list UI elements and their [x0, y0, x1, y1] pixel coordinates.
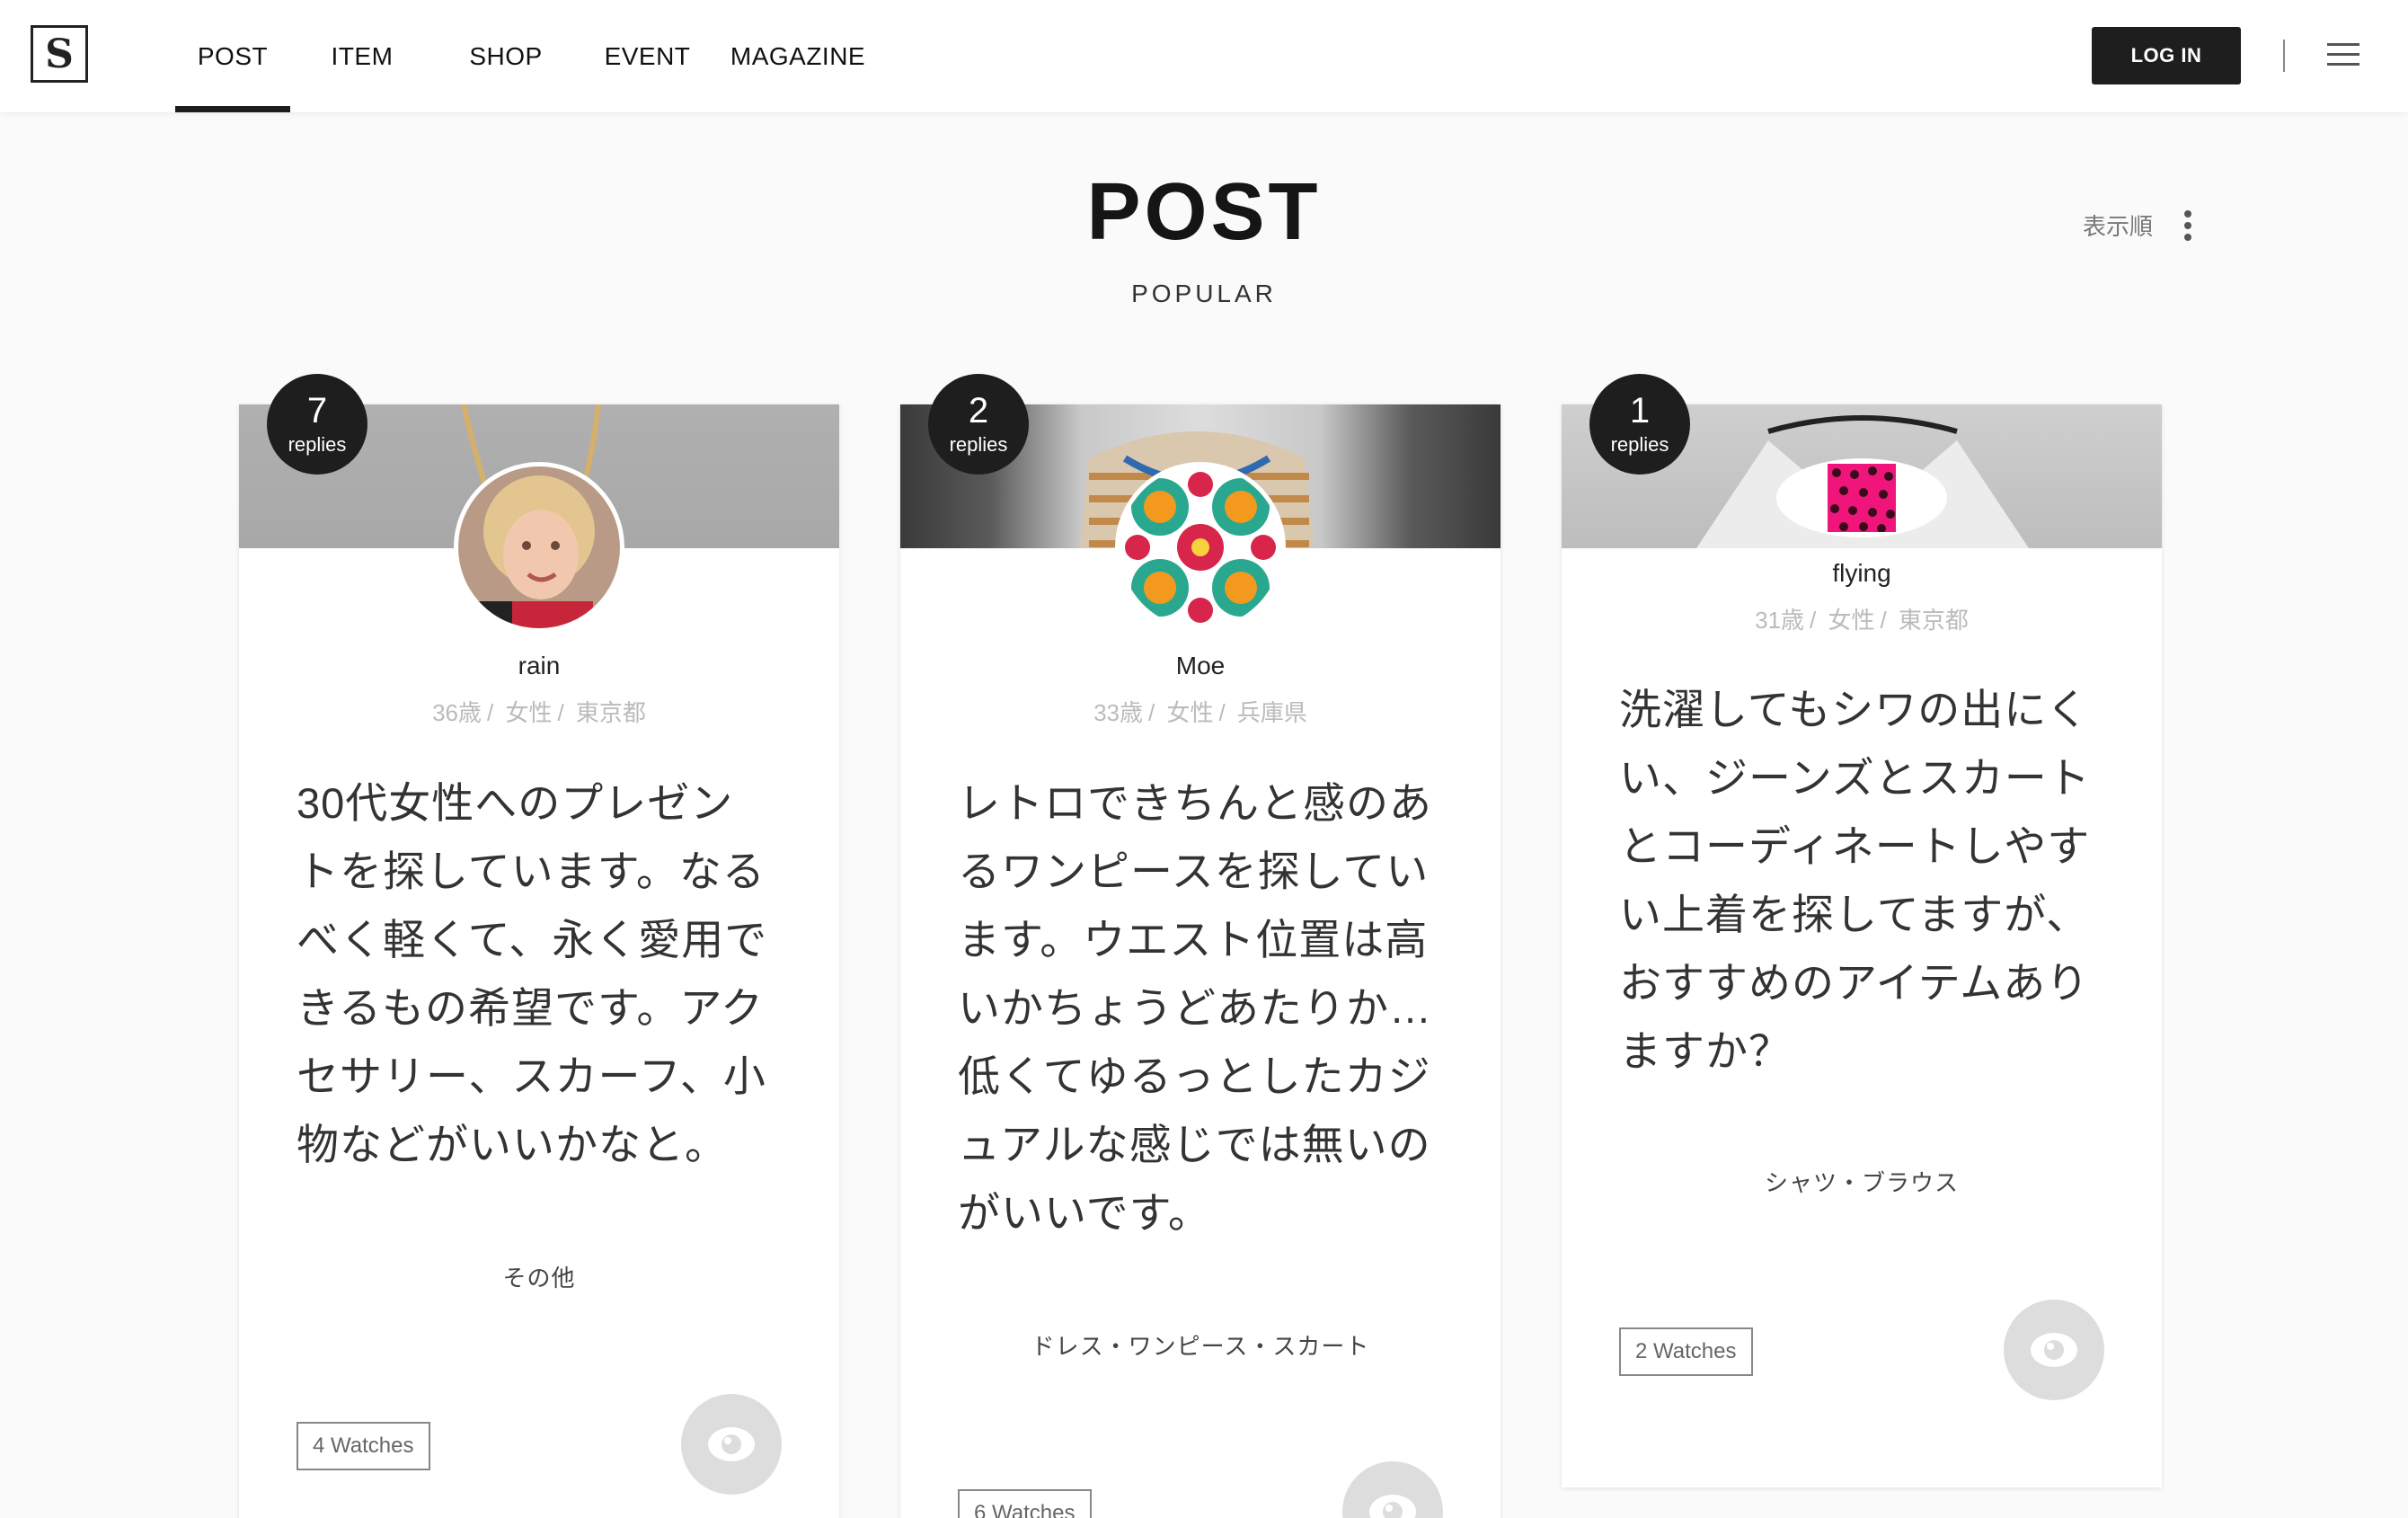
- avatar[interactable]: [454, 462, 624, 633]
- replies-badge: 7 replies: [267, 374, 367, 475]
- post-text[interactable]: 30代女性へのプレゼン トを探しています。なる べく軽くて、永く愛用で きるもの…: [297, 769, 791, 1179]
- replies-count: 1: [1629, 391, 1651, 431]
- page-subtitle: POPULAR: [1131, 280, 1277, 307]
- post-text[interactable]: 洗濯してもシワの出にく い、ジーンズとスカート とコーディネートしやす い上着を…: [1619, 676, 2113, 1086]
- watches-count[interactable]: 6 Watches: [958, 1489, 1092, 1518]
- eye-icon[interactable]: [681, 1394, 782, 1495]
- user-location: 兵庫県: [1236, 699, 1307, 726]
- user-age: 31歳: [1755, 607, 1804, 634]
- nav-item-item[interactable]: ITEM: [290, 0, 434, 112]
- watches-count[interactable]: 2 Watches: [1619, 1327, 1753, 1376]
- user-meta: 31歳 / 女性 / 東京都: [1755, 607, 1969, 634]
- eye-icon[interactable]: [1342, 1461, 1443, 1518]
- nav-item-post[interactable]: POST: [175, 0, 290, 112]
- post-card[interactable]: 1 replies flying 31歳 / 女性 / 東京都 洗濯してもシワの出に…: [1562, 374, 2162, 1487]
- post-category[interactable]: ドレス・ワンピース・スカート: [900, 1328, 1501, 1362]
- user-name[interactable]: rain: [239, 652, 839, 680]
- replies-label: replies: [1610, 433, 1669, 456]
- user-gender: 女性: [1166, 699, 1214, 726]
- post-text[interactable]: レトロできちんと感のあ るワンピースを探してい ます。ウエスト位置は高 いかちょ…: [958, 769, 1452, 1247]
- user-location: 東京都: [1898, 607, 1969, 634]
- hamburger-menu-icon[interactable]: [2327, 43, 2361, 68]
- user-age: 33歳: [1093, 699, 1143, 726]
- site-logo[interactable]: S: [31, 25, 88, 83]
- user-gender: 女性: [1828, 607, 1875, 634]
- login-button[interactable]: LOG IN: [2092, 27, 2241, 84]
- replies-count: 2: [968, 391, 989, 431]
- user-meta: 33歳 / 女性 / 兵庫県: [1093, 699, 1307, 726]
- user-name[interactable]: flying: [1562, 559, 2162, 588]
- replies-count: 7: [306, 391, 328, 431]
- user-gender: 女性: [505, 699, 553, 726]
- replies-label: replies: [288, 433, 347, 456]
- replies-badge: 1 replies: [1589, 374, 1690, 475]
- user-name[interactable]: Moe: [900, 652, 1501, 680]
- replies-label: replies: [949, 433, 1008, 456]
- sort-label[interactable]: 表示順: [2083, 209, 2153, 242]
- header-divider: [2283, 40, 2285, 72]
- user-meta: 36歳 / 女性 / 東京都: [432, 699, 646, 726]
- post-category[interactable]: シャツ・ブラウス: [1562, 1165, 2162, 1198]
- avatar[interactable]: [1776, 458, 1947, 537]
- replies-badge: 2 replies: [928, 374, 1029, 475]
- kebab-more-icon[interactable]: [2182, 210, 2194, 241]
- main-nav: POST ITEM SHOP EVENT MAGAZINE: [175, 0, 879, 112]
- nav-item-event[interactable]: EVENT: [578, 0, 717, 112]
- nav-item-magazine[interactable]: MAGAZINE: [717, 0, 879, 112]
- watches-count[interactable]: 4 Watches: [297, 1422, 430, 1470]
- page-title: POST: [1086, 167, 1322, 257]
- post-card[interactable]: 7 replies rain 36歳 / 女性 / 東京都 30代女性へのプレゼン …: [239, 374, 839, 1518]
- nav-item-shop[interactable]: SHOP: [434, 0, 578, 112]
- user-location: 東京都: [575, 699, 646, 726]
- user-age: 36歳: [432, 699, 482, 726]
- avatar[interactable]: [1115, 462, 1286, 633]
- site-header: S POST ITEM SHOP EVENT MAGAZINE LOG IN: [0, 0, 2408, 112]
- eye-icon[interactable]: [2004, 1300, 2104, 1400]
- post-category[interactable]: その他: [239, 1260, 839, 1293]
- post-card[interactable]: 2 replies Moe 33歳 / 女性 / 兵庫県 レトロできちんと感のあ…: [900, 374, 1501, 1518]
